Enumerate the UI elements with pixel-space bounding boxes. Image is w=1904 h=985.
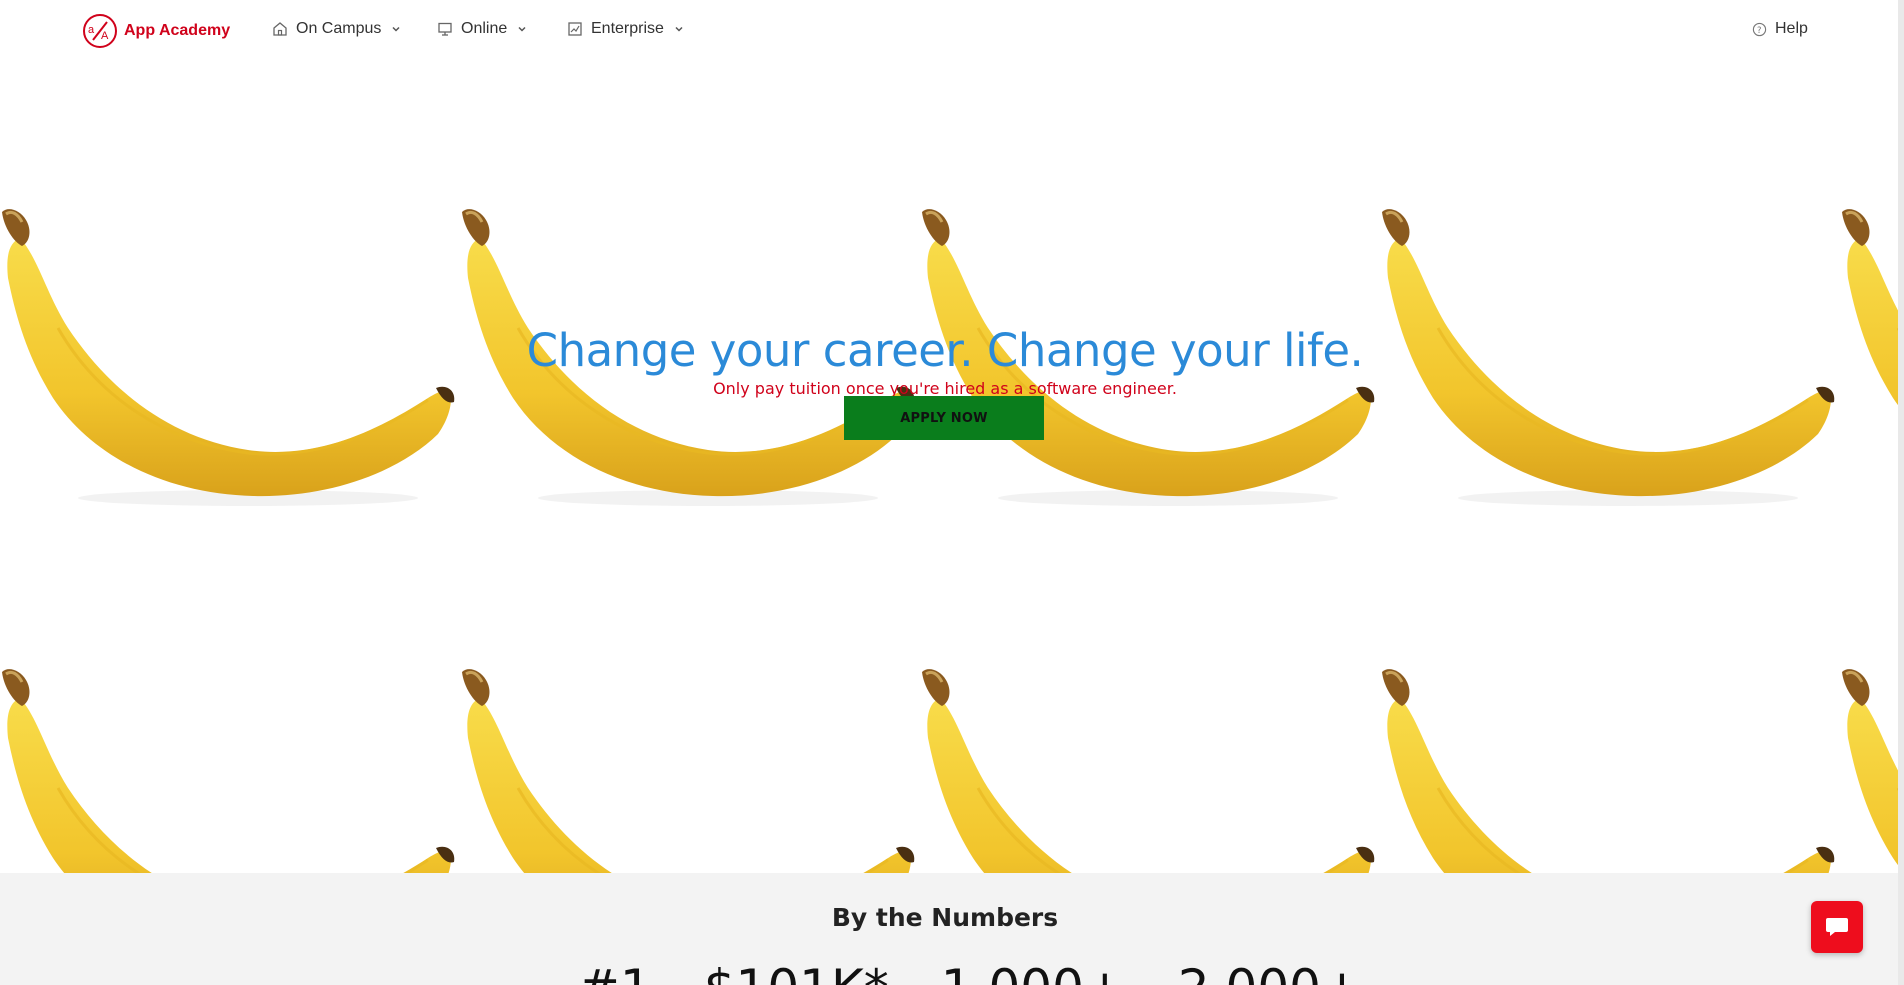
hero-content: Change your career. Change your life. On… xyxy=(0,62,1890,873)
nav-online[interactable]: Online xyxy=(437,20,527,38)
nav-on-campus[interactable]: On Campus xyxy=(272,20,401,38)
monitor-icon xyxy=(438,22,452,36)
svg-text:A: A xyxy=(101,30,109,42)
help-label: Help xyxy=(1775,20,1808,37)
nav-help[interactable]: ? Help xyxy=(1752,20,1808,38)
stat-value: 1,000+ xyxy=(941,963,1126,985)
nav-enterprise[interactable]: Enterprise xyxy=(567,20,684,38)
chat-button[interactable] xyxy=(1811,901,1863,953)
nav-enterprise-label: Enterprise xyxy=(591,20,664,37)
chart-icon xyxy=(568,22,582,36)
nav-on-campus-label: On Campus xyxy=(296,20,382,37)
chevron-down-icon xyxy=(518,26,526,32)
stat-value: #1 xyxy=(578,963,652,985)
home-icon xyxy=(273,22,287,36)
svg-text:a: a xyxy=(88,24,95,36)
hero-title: Change your career. Change your life. xyxy=(526,324,1364,377)
numbers-section: By the Numbers #1 $101K* 1,000+ 2,000+ xyxy=(0,873,1898,985)
chevron-down-icon xyxy=(675,26,683,32)
nav-online-label: Online xyxy=(461,20,508,37)
stats-row: #1 $101K* 1,000+ 2,000+ xyxy=(578,963,1363,985)
chat-bubble-icon xyxy=(1826,918,1848,936)
top-nav: a A App Academy On Campus Online Enterpr… xyxy=(0,0,1898,62)
stat-value: 2,000+ xyxy=(1178,963,1363,985)
brand-logo[interactable]: a A App Academy xyxy=(82,13,230,49)
help-circle-icon: ? xyxy=(1752,22,1767,36)
app-academy-logo-icon: a A xyxy=(83,14,117,48)
scrollbar[interactable] xyxy=(1898,0,1904,985)
brand-name: App Academy xyxy=(124,22,231,39)
hero-section: Change your career. Change your life. On… xyxy=(0,62,1898,873)
stat-value: $101K* xyxy=(704,963,889,985)
svg-text:?: ? xyxy=(1757,24,1761,34)
apply-now-button[interactable]: APPLY NOW xyxy=(844,396,1044,440)
chevron-down-icon xyxy=(392,26,400,32)
numbers-title: By the Numbers xyxy=(831,903,1059,932)
